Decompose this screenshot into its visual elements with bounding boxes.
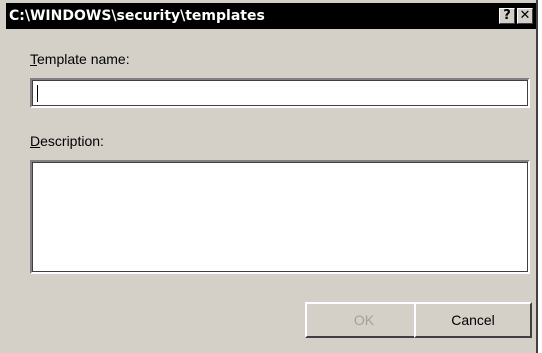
text-caret (37, 85, 38, 102)
title-bar[interactable]: C:\WINDOWS\security\templates ? ✕ (6, 3, 536, 29)
cancel-button[interactable]: Cancel (414, 302, 532, 338)
close-icon: ✕ (519, 8, 531, 23)
description-label: Description: (30, 133, 104, 149)
template-name-input[interactable] (30, 78, 530, 108)
description-accelerator: D (30, 133, 41, 149)
template-name-accelerator: T (30, 51, 37, 67)
window-title: C:\WINDOWS\security\templates (9, 8, 265, 24)
ok-button[interactable]: OK (305, 302, 423, 338)
dialog-window: C:\WINDOWS\security\templates ? ✕ Templa… (0, 0, 538, 353)
template-name-label-text: emplate name: (37, 51, 130, 67)
template-name-label: Template name: (30, 51, 130, 67)
close-button[interactable]: ✕ (517, 8, 533, 24)
help-button[interactable]: ? (499, 8, 515, 24)
help-icon: ? (503, 8, 511, 23)
description-textarea[interactable] (30, 160, 530, 274)
description-label-text: escription: (40, 133, 104, 149)
